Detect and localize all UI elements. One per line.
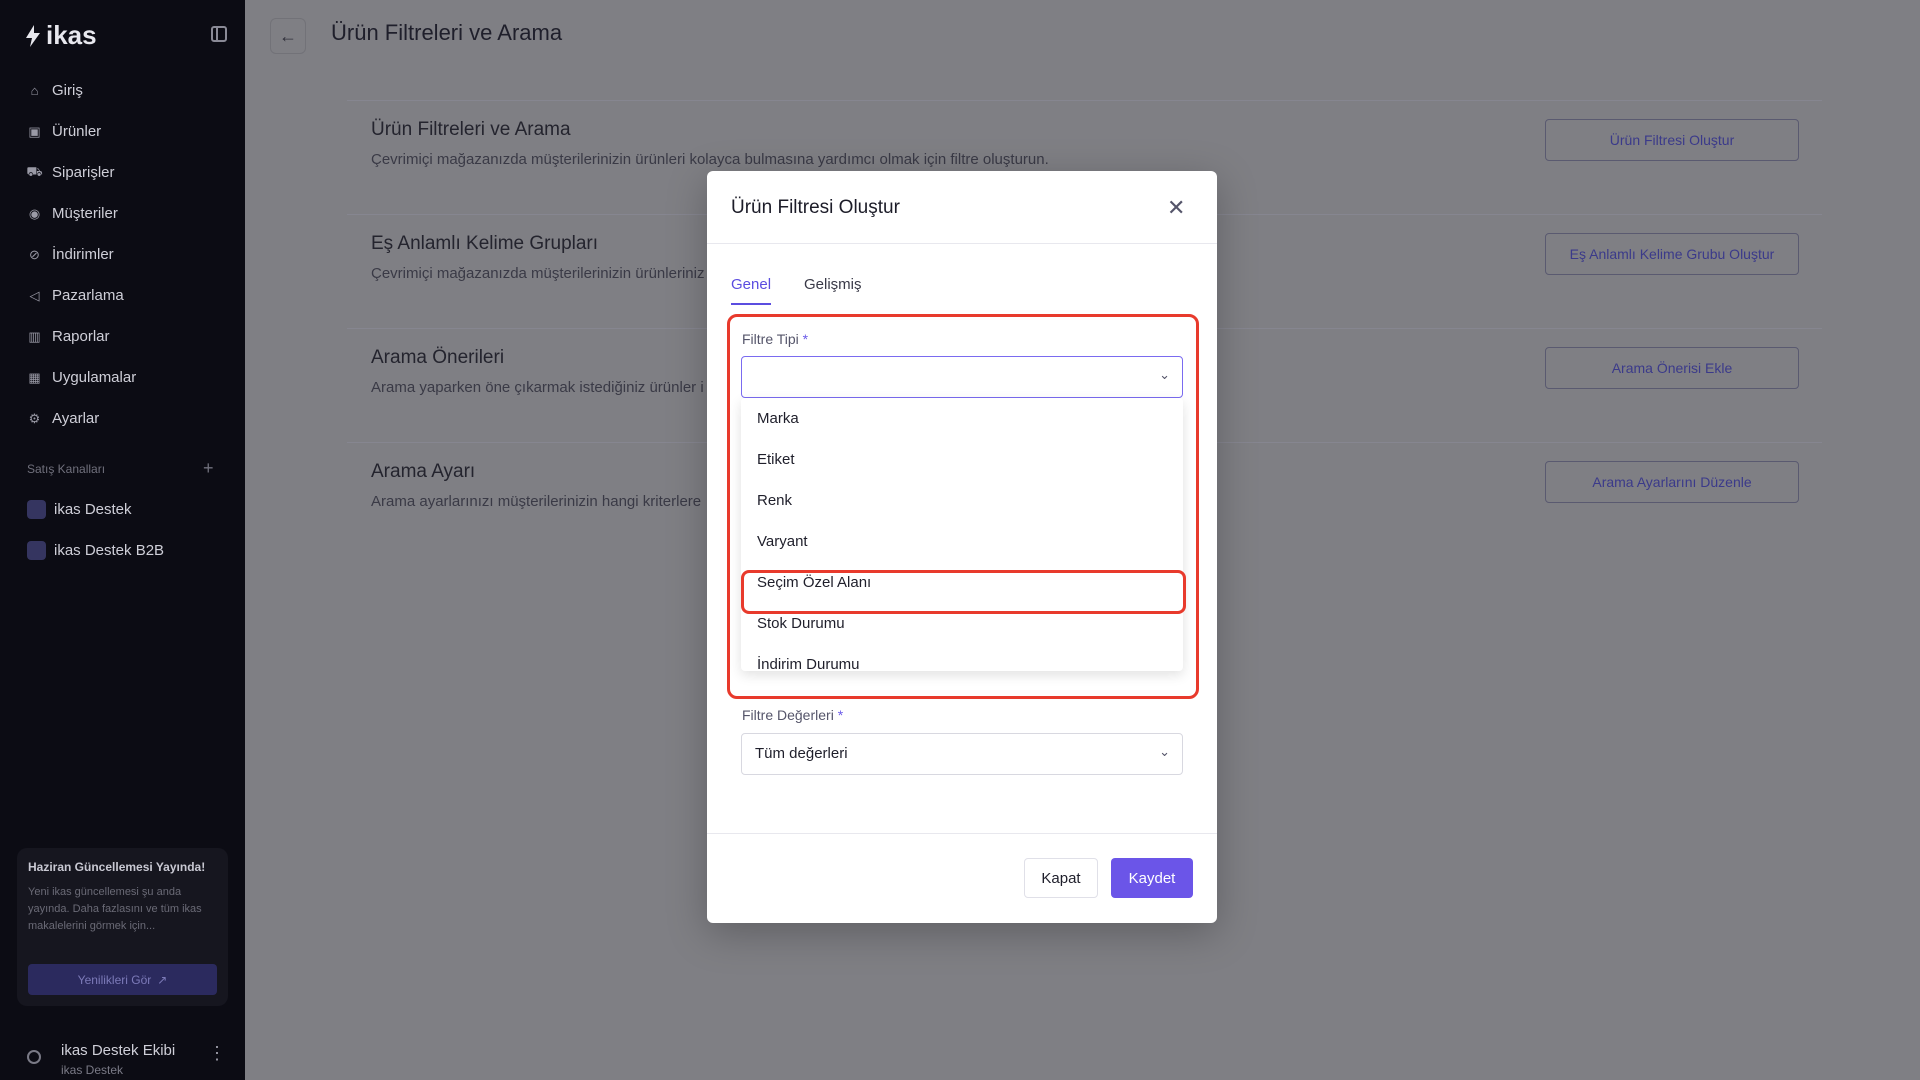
user-name: ikas Destek Ekibi xyxy=(61,1042,176,1059)
update-card: Haziran Güncellemesi Yayında! Yeni ikas … xyxy=(17,848,228,1006)
filter-type-label: Filtre Tipi * xyxy=(742,331,809,347)
external-link-icon: ↗ xyxy=(157,972,168,987)
filter-values-label: Filtre Değerleri * xyxy=(742,707,844,723)
divider xyxy=(707,243,1217,244)
update-card-title: Haziran Güncellemesi Yayında! xyxy=(28,860,206,874)
edit-search-settings-button[interactable]: Arama Ayarlarını Düzenle xyxy=(1545,461,1799,503)
sidebar-item-label: Ürünler xyxy=(52,123,102,140)
sidebar-item-siparisler[interactable]: ⛟ Siparişler xyxy=(0,152,245,193)
sidebar-item-pazarlama[interactable]: ◁ Pazarlama xyxy=(0,275,245,316)
option-marka[interactable]: Marka xyxy=(741,398,1183,439)
user-store: ikas Destek xyxy=(61,1063,124,1077)
sidebar-item-label: Müşteriler xyxy=(52,205,118,222)
card-desc: Çevrimiçi mağazanızda müşterilerinizin ü… xyxy=(371,151,1049,168)
filter-type-dropdown: Marka Etiket Renk Varyant Seçim Özel Ala… xyxy=(741,398,1183,671)
ikas-logo[interactable]: ikas xyxy=(24,20,97,51)
channel-label: ikas Destek xyxy=(54,501,132,518)
sidebar-item-musteriler[interactable]: ◉ Müşteriler xyxy=(0,193,245,234)
sidebar-item-uygulamalar[interactable]: ▦ Uygulamalar xyxy=(0,357,245,398)
sidebar-item-ayarlar[interactable]: ⚙ Ayarlar xyxy=(0,398,245,439)
back-button[interactable]: ← xyxy=(270,18,306,54)
cart-icon: ⛟ xyxy=(26,163,43,179)
store-icon xyxy=(27,541,46,560)
create-filter-button[interactable]: Ürün Filtresi Oluştur xyxy=(1545,119,1799,161)
box-icon: ▣ xyxy=(28,123,41,139)
sidebar: ikas ⌂ Giriş ▣ Ürünler ⛟ Siparişler ◉ Müşter… xyxy=(0,0,245,1080)
card-desc: Arama ayarlarınızı müşterilerinizin hang… xyxy=(371,493,702,510)
sidebar-item-giris[interactable]: ⌂ Giriş xyxy=(0,70,245,111)
chevron-down-icon: ⌄ xyxy=(1159,744,1170,759)
create-filter-modal: Ürün Filtresi Oluştur ✕ Genel Gelişmiş F… xyxy=(707,171,1217,923)
sidebar-nav: ⌂ Giriş ▣ Ürünler ⛟ Siparişler ◉ Müşteriler … xyxy=(0,70,245,439)
save-button[interactable]: Kaydet xyxy=(1111,858,1193,898)
filter-values-label-text: Filtre Değerleri xyxy=(742,707,834,723)
user-icon xyxy=(27,1050,41,1064)
filter-type-select[interactable]: ⌄ xyxy=(741,356,1183,398)
more-vertical-icon[interactable]: ⋮ xyxy=(208,1043,226,1064)
channel-ikas-destek[interactable]: ikas Destek xyxy=(27,500,132,519)
sidebar-item-label: Siparişler xyxy=(52,164,115,181)
card-title: Eş Anlamlı Kelime Grupları xyxy=(371,233,599,254)
modal-title: Ürün Filtresi Oluştur xyxy=(731,197,900,218)
arrow-left-icon: ← xyxy=(279,25,297,46)
filter-values-value: Tüm değerleri xyxy=(755,745,848,762)
sidebar-item-urunler[interactable]: ▣ Ürünler xyxy=(0,111,245,152)
grid-icon: ▦ xyxy=(28,369,41,385)
card-title: Arama Ayarı xyxy=(371,461,476,482)
sidebar-item-label: Uygulamalar xyxy=(52,369,137,386)
sidebar-item-label: Pazarlama xyxy=(52,287,124,304)
see-updates-button[interactable]: Yenilikleri Gör ↗ xyxy=(28,964,217,995)
sidebar-item-label: Raporlar xyxy=(52,328,110,345)
option-etiket[interactable]: Etiket xyxy=(741,439,1183,480)
sidebar-item-label: Giriş xyxy=(52,82,83,99)
card-desc: Çevrimiçi mağazanızda müşterilerinizin ü… xyxy=(371,265,705,282)
card-title: Arama Önerileri xyxy=(371,347,505,368)
card-desc: Arama yaparken öne çıkarmak istediğiniz … xyxy=(371,379,704,396)
divider xyxy=(707,833,1217,834)
close-icon[interactable]: ✕ xyxy=(1167,195,1185,221)
page-title: Ürün Filtreleri ve Arama xyxy=(331,20,563,45)
store-icon xyxy=(27,500,46,519)
chevron-down-icon: ⌄ xyxy=(1159,367,1170,382)
add-search-suggestion-button[interactable]: Arama Önerisi Ekle xyxy=(1545,347,1799,389)
discount-icon: ⊘ xyxy=(29,246,40,262)
user-profile[interactable]: ikas Destek Ekibi ikas Destek ⋮ xyxy=(0,1034,245,1080)
add-channel-icon[interactable]: + xyxy=(203,458,214,479)
create-synonym-group-button[interactable]: Eş Anlamlı Kelime Grubu Oluştur xyxy=(1545,233,1799,275)
sidebar-item-label: Ayarlar xyxy=(52,410,100,427)
tab-gelismis[interactable]: Gelişmiş xyxy=(804,276,862,293)
option-stok-durumu[interactable]: Stok Durumu xyxy=(741,603,1183,644)
user-circle-icon: ◉ xyxy=(28,205,41,221)
option-varyant[interactable]: Varyant xyxy=(741,521,1183,562)
update-card-text: Yeni ikas güncellemesi şu anda yayında. … xyxy=(28,886,202,932)
option-renk[interactable]: Renk xyxy=(741,480,1183,521)
option-secim-ozel-alani[interactable]: Seçim Özel Alanı xyxy=(741,562,1183,603)
filter-values-select[interactable]: Tüm değerleri ⌄ xyxy=(741,733,1183,775)
option-indirim-durumu[interactable]: İndirim Durumu xyxy=(741,644,1183,671)
filter-type-label-text: Filtre Tipi xyxy=(742,331,799,347)
tab-genel[interactable]: Genel xyxy=(731,276,772,305)
logo-text: ikas xyxy=(46,20,97,50)
home-icon: ⌂ xyxy=(30,83,39,98)
sales-channels-heading: Satış Kanalları xyxy=(27,462,106,476)
see-updates-label: Yenilikleri Gör xyxy=(77,972,152,987)
card-title: Ürün Filtreleri ve Arama xyxy=(371,119,571,140)
gear-icon: ⚙ xyxy=(28,410,41,426)
sidebar-collapse-icon[interactable] xyxy=(211,26,227,42)
sidebar-item-indirimler[interactable]: ⊘ İndirimler xyxy=(0,234,245,275)
bolt-icon xyxy=(26,24,40,47)
megaphone-icon: ◁ xyxy=(29,287,40,303)
sidebar-item-raporlar[interactable]: ▥ Raporlar xyxy=(0,316,245,357)
cancel-button[interactable]: Kapat xyxy=(1024,858,1098,898)
chart-icon: ▥ xyxy=(28,328,41,344)
channel-ikas-destek-b2b[interactable]: ikas Destek B2B xyxy=(27,541,164,560)
sidebar-item-label: İndirimler xyxy=(52,246,114,263)
channel-label: ikas Destek B2B xyxy=(54,542,165,559)
